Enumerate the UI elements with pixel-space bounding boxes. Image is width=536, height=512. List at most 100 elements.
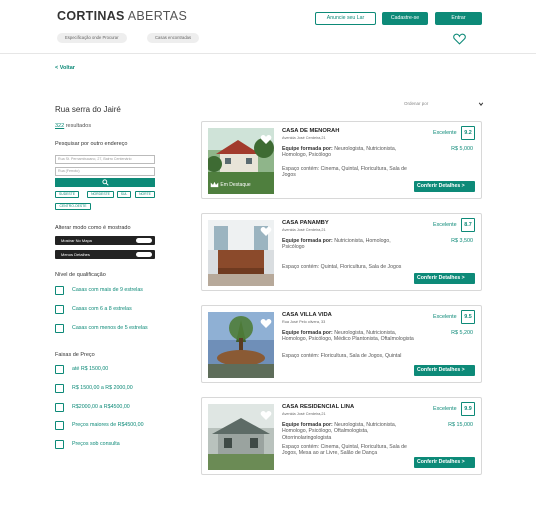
chip-sul[interactable]: SUL [117, 191, 131, 198]
rating-label: Excelente [433, 314, 457, 320]
featured-badge-label: Em Destaque [220, 181, 251, 188]
qualification-option-label: Casas com menos de 5 estrelas [72, 325, 148, 331]
listing-team: Equipe formada por: Nutricionista, Homol… [282, 238, 414, 251]
listing-title[interactable]: CASA RESIDENCIAL LINA [282, 404, 354, 410]
address-input[interactable]: Rua St. Pernambucano, 27, Bairro Centená… [55, 155, 155, 164]
chip-sudeste[interactable]: SUDESTE [55, 191, 79, 198]
listing-price: R$ 5,000 [451, 146, 473, 152]
view-details-button[interactable]: Conferir Detalhes > [414, 181, 475, 192]
price-option[interactable]: Preços maiores de R$4500,00 [55, 421, 161, 430]
price-option[interactable]: Preços sob consulta [55, 440, 161, 449]
listing-card[interactable]: CASA RESIDENCIAL LINA Avenida José Cerde… [201, 397, 482, 475]
listing-address: Avenida José Cerdeira,21 [282, 228, 326, 232]
view-details-button[interactable]: Conferir Detalhes > [414, 273, 475, 284]
listing-address: Avenida José Cerdeira,21 [282, 136, 326, 140]
checkbox[interactable] [55, 440, 64, 449]
signup-button[interactable]: Cadastre-se [382, 12, 428, 25]
listing-photo[interactable] [208, 220, 274, 286]
listing-title[interactable]: CASA PANAMBY [282, 220, 329, 226]
rating-score: 8.7 [461, 218, 475, 232]
mode-show-map-toggle[interactable] [136, 238, 152, 243]
brand-bold: CORTINAS [57, 9, 125, 23]
checkbox[interactable] [55, 421, 64, 430]
view-details-button[interactable]: Conferir Detalhes > [414, 457, 475, 468]
chip-nordeste[interactable]: NORDESTE [87, 191, 114, 198]
favorites-heart-icon[interactable] [453, 33, 466, 45]
listing-card[interactable]: CASA VILLA VIDA Rua José Pelo olivera, 3… [201, 305, 482, 383]
street-input[interactable]: Rua (Ferroto) [55, 167, 155, 176]
view-details-button[interactable]: Conferir Detalhes > [414, 365, 475, 376]
rating-label: Excelente [433, 222, 457, 228]
favorite-heart-icon[interactable] [260, 226, 272, 237]
mode-label: Alterar modo como é mostrado [55, 225, 131, 231]
top-header: CORTINAS ABERTAS Especificação onde Proc… [0, 0, 536, 54]
checkbox[interactable] [55, 403, 64, 412]
price-option[interactable]: R$ 1500,00 a R$ 2000,00 [55, 384, 161, 393]
search-title: Rua serra do Jairé [55, 105, 121, 114]
rating-label: Excelente [433, 406, 457, 412]
chip-norte[interactable]: NORTE [135, 191, 155, 198]
brand-logo[interactable]: CORTINAS ABERTAS [57, 9, 187, 23]
qualification-option-label: Casas com mais de 9 estrelas [72, 287, 143, 293]
crown-icon [210, 181, 219, 188]
mode-less-details[interactable]: Menos Detalhes [55, 250, 155, 259]
listing-title[interactable]: CASA VILLA VIDA [282, 312, 332, 318]
advertise-button[interactable]: Anuncie seu Lar [315, 12, 376, 25]
mode-show-map-label: Mostrar No Mapa [61, 238, 92, 243]
space-label: Espaço contém: [282, 444, 320, 450]
price-range-label: Faixas de Preço [55, 352, 95, 358]
listing-team: Equipe formada por: Neurologista, Nutric… [282, 146, 414, 159]
price-option[interactable]: até R$ 1500,00 [55, 365, 161, 374]
sort-label: Ordenar por [404, 101, 429, 106]
price-option-label: até R$ 1500,00 [72, 366, 109, 372]
sort-select[interactable]: Ordenar por [404, 100, 484, 109]
rating-score: 9.5 [461, 310, 475, 324]
qualification-option[interactable]: Casas com mais de 9 estrelas [55, 286, 161, 295]
space-value: Quintal, Floricultura, Sala de Jogos [320, 264, 402, 270]
qualification-label: Nível de qualificação [55, 272, 106, 278]
favorite-heart-icon[interactable] [260, 410, 272, 421]
team-label: Equipe formada por: [282, 146, 333, 152]
listing-photo[interactable] [208, 404, 274, 470]
listing-card[interactable]: CASA PANAMBY Avenida José Cerdeira,21 Eq… [201, 213, 482, 291]
back-link[interactable]: < Voltar [55, 65, 75, 71]
checkbox[interactable] [55, 305, 64, 314]
favorite-heart-icon[interactable] [260, 134, 272, 145]
mode-less-details-toggle[interactable] [136, 252, 152, 257]
listing-photo[interactable] [208, 312, 274, 378]
favorite-heart-icon[interactable] [260, 318, 272, 329]
price-option-label: Preços sob consulta [72, 441, 120, 447]
breadcrumb-pill-search-spec[interactable]: Especificação onde Procurar [57, 33, 127, 43]
price-option-label: R$ 1500,00 a R$ 2000,00 [72, 385, 133, 391]
team-label: Equipe formada por: [282, 238, 333, 244]
chip-centro-oeste[interactable]: CENTRO-OESTE [55, 203, 91, 210]
featured-badge: Em Destaque [208, 181, 251, 191]
filter-sidebar: Rua serra do Jairé 322 resultados Pesqui… [55, 105, 161, 449]
results-suffix: resultados [65, 123, 92, 129]
breadcrumb-pill-houses-found[interactable]: Casas encontradas [147, 33, 200, 43]
rating-label: Excelente [433, 130, 457, 136]
price-option[interactable]: R$2000,00 a R$4500,00 [55, 403, 161, 412]
listing-space: Espaço contém: Floricultura, Sala de Jog… [282, 353, 414, 359]
chevron-down-icon [478, 102, 484, 106]
listing-photo[interactable]: Em Destaque [208, 128, 274, 194]
qualification-option[interactable]: Casas com 6 a 8 estrelas [55, 305, 161, 314]
listing-price: R$ 15,000 [448, 422, 473, 428]
checkbox[interactable] [55, 384, 64, 393]
space-label: Espaço contém: [282, 353, 320, 359]
results-number[interactable]: 322 [55, 123, 64, 129]
mode-show-map[interactable]: Mostrar No Mapa [55, 236, 155, 245]
mode-less-details-label: Menos Detalhes [61, 252, 90, 257]
checkbox[interactable] [55, 324, 64, 333]
rating-score: 9.9 [461, 402, 475, 416]
listing-card[interactable]: Em Destaque CASA DE MENORAH Avenida José… [201, 121, 482, 199]
price-option-label: Preços maiores de R$4500,00 [72, 422, 144, 428]
space-label: Espaço contém: [282, 264, 320, 270]
listing-title[interactable]: CASA DE MENORAH [282, 128, 339, 134]
checkbox[interactable] [55, 365, 64, 374]
checkbox[interactable] [55, 286, 64, 295]
search-button[interactable] [55, 178, 155, 187]
price-option-label: R$2000,00 a R$4500,00 [72, 404, 130, 410]
login-button[interactable]: Entrar [435, 12, 482, 25]
qualification-option[interactable]: Casas com menos de 5 estrelas [55, 324, 161, 333]
